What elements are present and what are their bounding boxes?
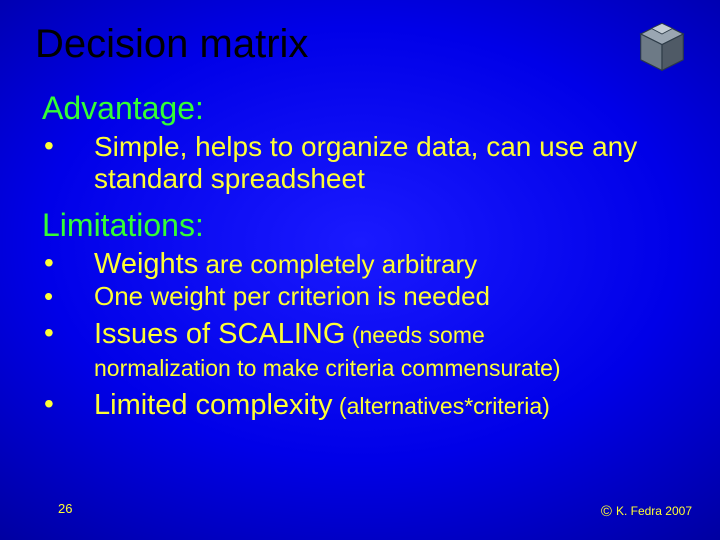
bullet-dot-icon: • [42, 282, 94, 311]
limitation-item: • One weight per criterion is needed [42, 282, 690, 312]
limitation-text-3: Issues of SCALING (needs some normalizat… [94, 318, 690, 384]
advantage-heading: Advantage: [42, 90, 690, 127]
bullet-dot-icon: • [42, 248, 94, 279]
content-area: Advantage: • Simple, helps to organize d… [42, 90, 690, 422]
page-number: 26 [58, 501, 72, 516]
limitations-heading: Limitations: [42, 207, 690, 244]
limitation-item: • Weights are completely arbitrary [42, 248, 690, 281]
copyright-icon: © [601, 503, 612, 520]
advantage-text: Simple, helps to organize data, can use … [94, 131, 690, 195]
limitation-item: • Issues of SCALING (needs some normaliz… [42, 318, 690, 384]
slide: Decision matrix Advantage: • Simple, hel… [0, 0, 720, 540]
copyright: © K. Fedra 2007 [601, 503, 692, 520]
limitation-text-2: One weight per criterion is needed [94, 282, 690, 312]
cube-logo-icon [634, 20, 690, 76]
limitation-text-1: Weights are completely arbitrary [94, 248, 690, 281]
bullet-dot-icon: • [42, 318, 94, 349]
copyright-text: K. Fedra 2007 [616, 504, 692, 518]
bullet-dot-icon: • [42, 131, 94, 162]
bullet-dot-icon: • [42, 389, 94, 420]
limitation-text-4: Limited complexity (alternatives*criteri… [94, 389, 690, 422]
slide-title: Decision matrix [35, 22, 308, 67]
advantage-item: • Simple, helps to organize data, can us… [42, 131, 690, 195]
limitation-item: • Limited complexity (alternatives*crite… [42, 389, 690, 422]
